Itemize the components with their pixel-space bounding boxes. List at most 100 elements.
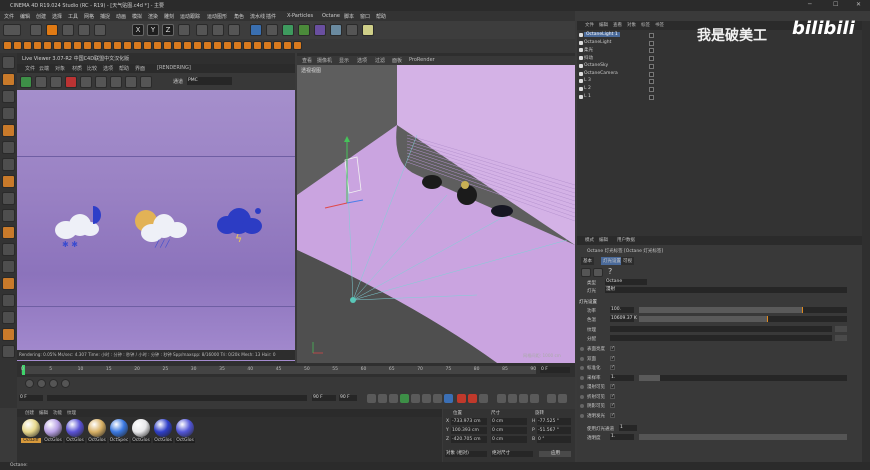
viewport-menu-item[interactable]: ProRender <box>409 57 435 63</box>
option-checkbox[interactable]: ✓ <box>610 346 615 351</box>
material-label[interactable]: OctSpec <box>109 438 129 443</box>
mode-button-icon[interactable] <box>293 41 302 50</box>
mode-button-icon[interactable] <box>183 41 192 50</box>
menu-item[interactable]: 文件 <box>4 13 14 20</box>
render-picture-icon[interactable] <box>212 24 224 36</box>
texture-menu-button[interactable] <box>835 326 847 332</box>
material-label[interactable]: OctDiff <box>21 438 41 443</box>
lv-menu-item[interactable]: 界面 <box>135 65 145 72</box>
maximize-icon[interactable]: ☐ <box>833 1 838 8</box>
tool-icon[interactable] <box>2 56 15 69</box>
cube-icon[interactable] <box>250 24 262 36</box>
temperature-field[interactable]: 10609.37 K <box>610 316 637 322</box>
light-icon[interactable] <box>362 24 374 36</box>
object-item[interactable]: L 1 <box>584 94 591 99</box>
menu-item[interactable]: 动画 <box>116 13 126 20</box>
tool-icon[interactable] <box>2 192 15 205</box>
object-item[interactable]: L 3 <box>584 78 591 83</box>
object-menu-item[interactable]: 标签 <box>641 22 650 28</box>
mode-button-icon[interactable] <box>163 41 172 50</box>
mode-button-icon[interactable] <box>233 41 242 50</box>
coord-size-field[interactable]: 0 cm <box>491 436 527 443</box>
attribute-tab[interactable]: 基本 <box>581 257 594 265</box>
object-tag-icon[interactable] <box>649 86 654 92</box>
tool-icon[interactable] <box>2 175 15 188</box>
next-frame-icon[interactable] <box>411 394 420 403</box>
option-checkbox[interactable]: ✓ <box>610 412 615 418</box>
menu-item[interactable]: 编辑 <box>20 13 30 20</box>
viewport-menu-item[interactable]: 选项 <box>357 57 367 64</box>
viewport-menu-item[interactable]: 面板 <box>392 57 402 64</box>
undo-icon[interactable] <box>3 24 21 36</box>
coord-rotation-field[interactable]: -51.567 ° <box>537 427 571 434</box>
lv-menu-item[interactable]: 帮助 <box>119 65 129 72</box>
close-icon[interactable]: ✕ <box>856 1 861 8</box>
tool-icon[interactable] <box>2 73 15 86</box>
mode-button-icon[interactable] <box>43 41 52 50</box>
mode-button-icon[interactable] <box>203 41 212 50</box>
opacity-slider[interactable] <box>639 434 847 440</box>
power-field[interactable]: 100. <box>610 307 634 313</box>
tool-icon[interactable] <box>2 124 15 137</box>
material-label[interactable]: OctGlos <box>43 438 63 443</box>
menu-item[interactable]: 插件 <box>266 13 276 20</box>
kernel-select[interactable]: PMC <box>187 77 232 85</box>
coord-size-field[interactable]: 0 cm <box>491 418 527 425</box>
render-view-icon[interactable] <box>196 24 208 36</box>
material-label[interactable]: OctGlos <box>131 438 151 443</box>
menu-item[interactable]: 选择 <box>52 13 62 20</box>
menu-item[interactable]: 脚本 <box>344 13 354 20</box>
mode-button-icon[interactable] <box>23 41 32 50</box>
goto-end-icon[interactable] <box>433 394 442 403</box>
prev-key-icon[interactable] <box>378 394 387 403</box>
tool-icon[interactable] <box>2 277 15 290</box>
fcurve-icon[interactable] <box>547 394 556 403</box>
material-swatch[interactable] <box>132 419 150 437</box>
material-swatch[interactable] <box>154 419 172 437</box>
play-icon[interactable] <box>400 394 409 403</box>
distribution-menu-button[interactable] <box>835 335 847 341</box>
attribute-menu-item[interactable]: 用户数据 <box>617 237 635 243</box>
menu-item[interactable]: 捕捉 <box>100 13 110 20</box>
cloner-icon[interactable] <box>298 24 310 36</box>
coord-position-field[interactable]: -420.705 cm <box>451 436 487 443</box>
object-tag-icon[interactable] <box>649 79 654 85</box>
tool-icon[interactable] <box>2 107 15 120</box>
tool-icon[interactable] <box>2 226 15 239</box>
tool-icon[interactable] <box>2 243 15 256</box>
material-swatch[interactable] <box>44 419 62 437</box>
lv-menu-item[interactable]: 对象 <box>55 65 65 72</box>
object-item[interactable]: 柔光 <box>584 47 593 53</box>
object-item[interactable]: OctaneSky <box>584 63 608 68</box>
region-icon[interactable] <box>110 76 122 88</box>
tool-icon[interactable] <box>2 260 15 273</box>
lv-menu-item[interactable]: 文件 <box>25 65 35 72</box>
viewport-menu-item[interactable]: 显示 <box>339 57 349 64</box>
picker-icon[interactable] <box>140 76 152 88</box>
attribute-menu-item[interactable]: 模式 <box>585 237 594 243</box>
tool-icon[interactable] <box>2 141 15 154</box>
material-label[interactable]: OctGlos <box>175 438 195 443</box>
material-label[interactable]: OctGlos <box>153 438 173 443</box>
axis-z-button[interactable]: Z <box>162 24 174 36</box>
coord-mode-select[interactable]: 对象 (相对) <box>445 451 487 457</box>
material-label[interactable]: OctGlos <box>65 438 85 443</box>
option-slider[interactable] <box>639 374 847 381</box>
mode-button-icon[interactable] <box>273 41 282 50</box>
apply-button[interactable]: 应用 <box>539 451 571 457</box>
mode-button-icon[interactable] <box>263 41 272 50</box>
object-menu-item[interactable]: 书签 <box>655 22 664 28</box>
mode-button-icon[interactable] <box>283 41 292 50</box>
menu-item[interactable]: 创建 <box>36 13 46 20</box>
mode-icon[interactable] <box>49 379 58 388</box>
mode-button-icon[interactable] <box>33 41 42 50</box>
object-menu-item[interactable]: 对象 <box>627 22 636 28</box>
move-icon[interactable] <box>46 24 58 36</box>
menu-item[interactable]: 网格 <box>84 13 94 20</box>
option-checkbox[interactable]: ✓ <box>610 365 615 370</box>
coord-size-field[interactable]: 0 cm <box>491 427 527 434</box>
tool-icon[interactable] <box>2 158 15 171</box>
object-menu-item[interactable]: 查看 <box>613 22 622 28</box>
restart-icon[interactable] <box>35 76 47 88</box>
keyframe-selection-icon[interactable] <box>479 394 488 403</box>
